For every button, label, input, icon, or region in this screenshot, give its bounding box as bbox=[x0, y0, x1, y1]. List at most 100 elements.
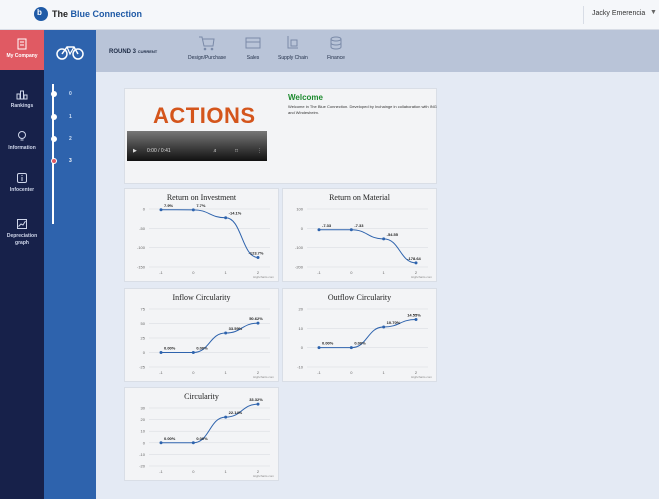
y-tick-label: 0 bbox=[301, 345, 304, 350]
x-tick-label: 1 bbox=[383, 370, 386, 375]
tab-sales[interactable]: Sales bbox=[244, 34, 262, 61]
user-name[interactable]: Jacky Emerencia bbox=[592, 10, 645, 17]
y-tick-label: -20 bbox=[139, 464, 146, 469]
welcome-text: Welcome in The Blue Connection. Develope… bbox=[288, 104, 437, 115]
chart-return-on-investment: Return on Investment Highcharts.com 0 -50… bbox=[124, 188, 279, 282]
data-point bbox=[414, 261, 418, 265]
building-icon bbox=[17, 38, 27, 50]
timeline-step[interactable] bbox=[51, 91, 57, 97]
y-tick-label: 0 bbox=[301, 226, 304, 231]
data-point bbox=[349, 228, 353, 232]
y-tick-label: -10 bbox=[139, 452, 146, 457]
y-tick-label: -200 bbox=[295, 265, 304, 270]
data-label: -123.7% bbox=[249, 250, 264, 255]
video-player[interactable]: ▶ 0:00 / 0:41 ♬ □ ⋮ bbox=[127, 131, 267, 161]
series-line bbox=[160, 209, 259, 258]
x-tick-label: 1 bbox=[225, 270, 228, 275]
y-tick-label: -100 bbox=[137, 245, 146, 250]
x-tick-label: -1 bbox=[159, 370, 163, 375]
timeline-step-current[interactable] bbox=[51, 158, 57, 164]
app-screen: b The Blue Connection Jacky Emerencia ▼ … bbox=[0, 0, 659, 499]
graph-icon bbox=[17, 219, 27, 229]
x-tick-label: -1 bbox=[159, 469, 163, 474]
y-tick-label: -100 bbox=[295, 245, 304, 250]
round-label: ROUND 3 CURRENT bbox=[109, 49, 158, 55]
data-point bbox=[224, 415, 228, 419]
line-chart: 20100-10-1 0 1 20.00% 0.00%10.70%14.55% bbox=[297, 307, 428, 375]
data-point bbox=[414, 318, 418, 322]
y-tick-label: 10 bbox=[299, 326, 304, 331]
divider bbox=[583, 6, 584, 24]
data-point bbox=[256, 255, 260, 259]
fullscreen-icon[interactable]: □ bbox=[235, 148, 238, 154]
data-label: -7.33 bbox=[322, 223, 332, 228]
cart-icon bbox=[199, 36, 215, 51]
series-line bbox=[319, 319, 417, 349]
data-label: 33.59% bbox=[229, 326, 243, 331]
line-chart: 75 50 25 0 -25 -1 0 1 2 0.00% 0.00% 33.59% 50.62% bbox=[139, 307, 270, 375]
sidebar-item-depreciation-graph[interactable]: Depreciation graph bbox=[0, 218, 44, 247]
y-tick-label: 0 bbox=[143, 207, 146, 212]
x-tick-label: 0 bbox=[350, 270, 353, 275]
x-tick-label: 1 bbox=[225, 370, 228, 375]
chevron-down-icon[interactable]: ▼ bbox=[650, 9, 657, 16]
more-options-icon[interactable]: ⋮ bbox=[257, 148, 262, 154]
x-tick-label: 2 bbox=[257, 469, 260, 474]
data-label: 0.00% bbox=[164, 346, 176, 351]
data-point bbox=[382, 325, 386, 329]
tab-design-purchase[interactable]: Design/Purchase bbox=[188, 34, 226, 61]
y-tick-label: 30 bbox=[141, 406, 146, 411]
round-nav: ROUND 3 CURRENT Design/Purchase Sales Su… bbox=[96, 30, 659, 72]
data-point bbox=[224, 216, 228, 220]
hand-truck-icon bbox=[287, 36, 298, 49]
timeline-step[interactable] bbox=[51, 114, 57, 120]
data-point bbox=[256, 321, 260, 325]
sidebar-item-information[interactable]: Information bbox=[0, 130, 44, 151]
data-label: 10.70% bbox=[387, 320, 401, 325]
x-tick-label: 0 bbox=[192, 270, 195, 275]
y-tick-label: 100 bbox=[296, 207, 303, 212]
timeline-step[interactable] bbox=[51, 136, 57, 142]
x-tick-label: 0 bbox=[192, 469, 195, 474]
data-point bbox=[256, 402, 260, 406]
x-tick-label: 0 bbox=[350, 370, 353, 375]
tab-supply-chain[interactable]: Supply Chain bbox=[278, 34, 308, 61]
bicycle-icon bbox=[56, 46, 84, 60]
y-tick-label: 10 bbox=[141, 429, 146, 434]
y-tick-label: -150 bbox=[137, 265, 146, 270]
data-point bbox=[317, 346, 321, 350]
data-point bbox=[191, 441, 195, 445]
data-label: 7.7% bbox=[196, 203, 206, 208]
x-tick-label: 2 bbox=[257, 270, 260, 275]
data-label: 0.00% bbox=[164, 436, 176, 441]
x-tick-label: 1 bbox=[383, 270, 386, 275]
data-label: 0.00% bbox=[322, 341, 334, 346]
app-logo-icon[interactable]: b bbox=[34, 7, 48, 21]
play-icon[interactable]: ▶ bbox=[133, 148, 137, 154]
data-point bbox=[159, 351, 163, 354]
data-label: 0.00% bbox=[196, 346, 208, 351]
y-tick-label: 20 bbox=[141, 417, 146, 422]
info-icon bbox=[17, 173, 27, 183]
data-label: 14.55% bbox=[407, 313, 421, 318]
sidebar-item-rankings[interactable]: Rankings bbox=[0, 88, 44, 109]
x-tick-label: -1 bbox=[159, 270, 163, 275]
y-tick-label: -10 bbox=[297, 365, 304, 370]
y-tick-label: -25 bbox=[139, 365, 146, 370]
x-tick-label: 0 bbox=[192, 370, 195, 375]
sidebar-item-label: Infocenter bbox=[9, 187, 35, 193]
tab-finance[interactable]: Finance bbox=[327, 34, 345, 61]
y-tick-label: 50 bbox=[141, 321, 146, 326]
volume-icon[interactable]: ♬ bbox=[213, 148, 218, 154]
data-label: 33.32% bbox=[249, 397, 263, 402]
data-label: -54.55 bbox=[387, 232, 399, 237]
data-label: 50.62% bbox=[249, 316, 263, 321]
y-tick-label: 0 bbox=[143, 350, 146, 355]
y-tick-label: 25 bbox=[141, 336, 146, 341]
data-label: -7.33 bbox=[354, 223, 364, 228]
sidebar-item-my-company[interactable]: My Company bbox=[0, 30, 44, 70]
data-label: 0.00% bbox=[354, 341, 366, 346]
actions-title: ACTIONS bbox=[153, 103, 256, 128]
sidebar-item-infocenter[interactable]: Infocenter bbox=[0, 172, 44, 193]
sidebar-item-label: Rankings bbox=[10, 103, 34, 109]
